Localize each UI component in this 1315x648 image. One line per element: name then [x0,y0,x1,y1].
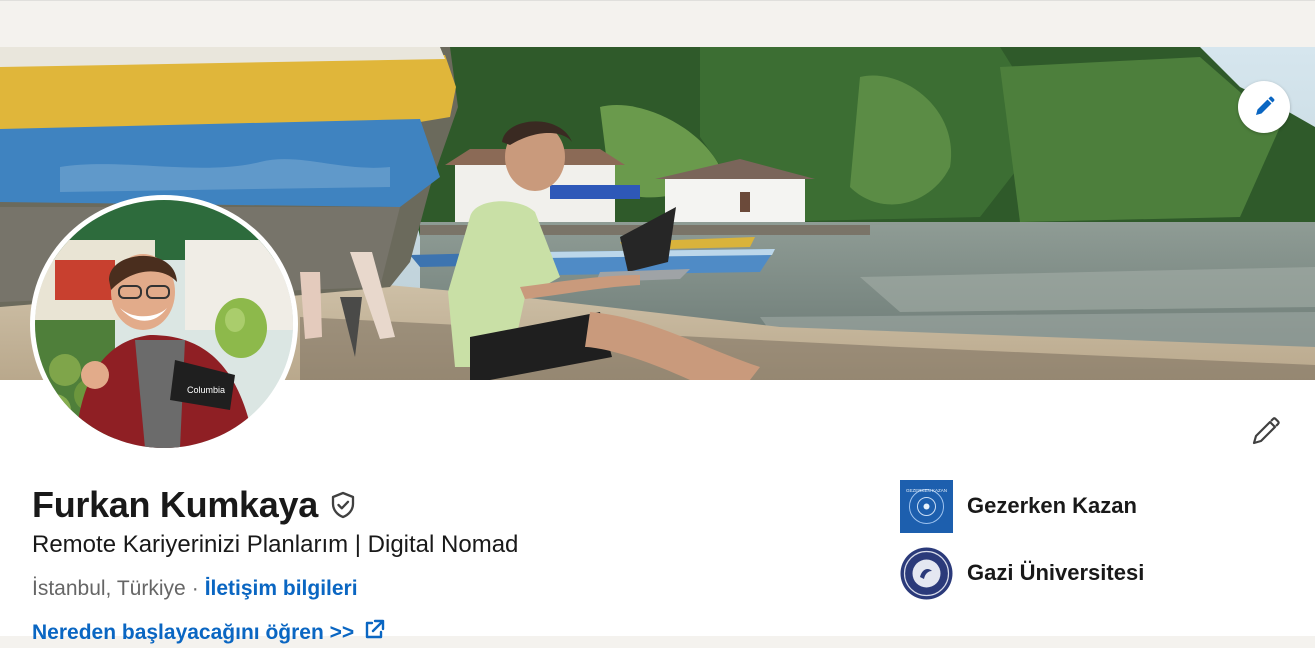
organizations-list: GEZERKEN KAZAN Gezerken Kazan Gazi Ünive… [900,479,1144,613]
pencil-icon [1252,95,1276,119]
separator: · [191,577,199,600]
org-logo-text: GEZERKEN KAZAN [906,488,947,493]
profile-card: Columbia Furkan Kumkaya Remote Kariyerin… [0,47,1315,644]
org-name: Gezerken Kazan [967,493,1137,518]
profile-photo[interactable]: Columbia [30,195,298,453]
shield-check-icon[interactable] [328,490,358,520]
org-item-gezerken-kazan[interactable]: GEZERKEN KAZAN Gezerken Kazan [900,479,1144,533]
profile-name: Furkan Kumkaya [32,484,318,525]
org-item-gazi-universitesi[interactable]: Gazi Üniversitesi [900,546,1144,600]
edit-intro-button[interactable] [1240,409,1290,459]
contact-info-link[interactable]: İletişim bilgileri [205,577,358,601]
gazi-universitesi-logo [900,547,953,600]
external-link-icon [362,618,386,648]
location-text: İstanbul, Türkiye [32,577,186,600]
svg-text:Columbia: Columbia [187,385,225,395]
location-row: İstanbul, Türkiye · İletişim bilgileri [32,577,358,601]
custom-link-label: Nereden başlayacağını öğren >> [32,621,355,644]
gezerken-kazan-logo: GEZERKEN KAZAN [900,479,953,533]
pencil-icon [1249,416,1281,453]
top-bar [0,0,1315,47]
profile-headline: Remote Kariyerinizi Planlarım | Digital … [32,531,519,558]
org-name: Gazi Üniversitesi [967,560,1145,585]
name-row: Furkan Kumkaya [32,484,358,526]
edit-cover-button[interactable] [1238,81,1290,133]
custom-website-link[interactable]: Nereden başlayacağını öğren >> [32,618,386,648]
